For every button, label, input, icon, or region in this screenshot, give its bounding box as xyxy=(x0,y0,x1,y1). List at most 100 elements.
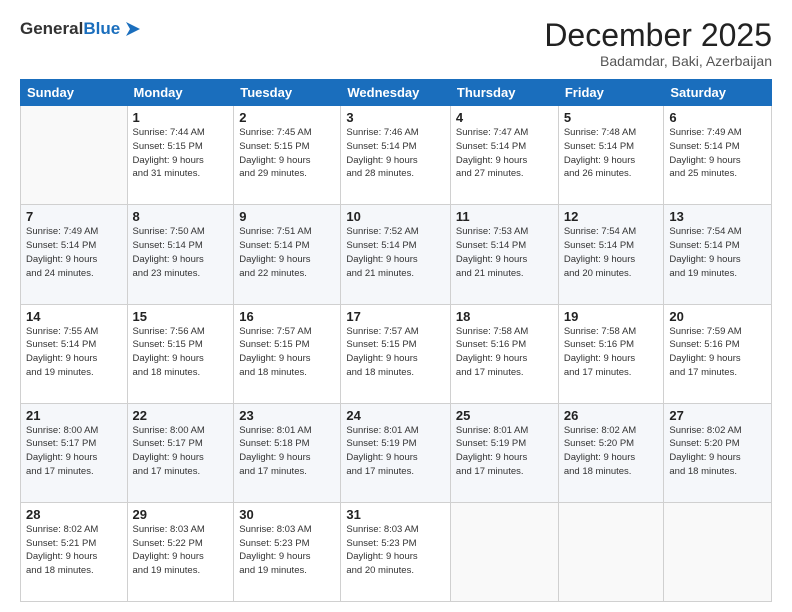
day-number: 15 xyxy=(133,309,229,324)
day-cell: 14Sunrise: 7:55 AM Sunset: 5:14 PM Dayli… xyxy=(21,304,128,403)
day-number: 12 xyxy=(564,209,659,224)
day-cell: 31Sunrise: 8:03 AM Sunset: 5:23 PM Dayli… xyxy=(341,502,451,601)
day-cell: 20Sunrise: 7:59 AM Sunset: 5:16 PM Dayli… xyxy=(664,304,772,403)
day-cell: 5Sunrise: 7:48 AM Sunset: 5:14 PM Daylig… xyxy=(558,106,664,205)
day-cell: 19Sunrise: 7:58 AM Sunset: 5:16 PM Dayli… xyxy=(558,304,664,403)
day-info: Sunrise: 7:49 AM Sunset: 5:14 PM Dayligh… xyxy=(669,126,766,181)
day-cell: 15Sunrise: 7:56 AM Sunset: 5:15 PM Dayli… xyxy=(127,304,234,403)
day-info: Sunrise: 8:02 AM Sunset: 5:20 PM Dayligh… xyxy=(669,424,766,479)
day-info: Sunrise: 7:58 AM Sunset: 5:16 PM Dayligh… xyxy=(456,325,553,380)
day-number: 26 xyxy=(564,408,659,423)
day-cell: 11Sunrise: 7:53 AM Sunset: 5:14 PM Dayli… xyxy=(450,205,558,304)
weekday-header-thursday: Thursday xyxy=(450,80,558,106)
day-number: 18 xyxy=(456,309,553,324)
day-info: Sunrise: 8:03 AM Sunset: 5:22 PM Dayligh… xyxy=(133,523,229,578)
weekday-header-saturday: Saturday xyxy=(664,80,772,106)
day-info: Sunrise: 7:54 AM Sunset: 5:14 PM Dayligh… xyxy=(669,225,766,280)
day-cell: 24Sunrise: 8:01 AM Sunset: 5:19 PM Dayli… xyxy=(341,403,451,502)
week-row-2: 7Sunrise: 7:49 AM Sunset: 5:14 PM Daylig… xyxy=(21,205,772,304)
month-title: December 2025 xyxy=(544,18,772,53)
day-number: 31 xyxy=(346,507,445,522)
day-info: Sunrise: 7:59 AM Sunset: 5:16 PM Dayligh… xyxy=(669,325,766,380)
logo: GeneralBlue xyxy=(20,18,144,40)
day-cell: 6Sunrise: 7:49 AM Sunset: 5:14 PM Daylig… xyxy=(664,106,772,205)
day-cell xyxy=(21,106,128,205)
day-number: 20 xyxy=(669,309,766,324)
weekday-header-wednesday: Wednesday xyxy=(341,80,451,106)
day-info: Sunrise: 8:02 AM Sunset: 5:20 PM Dayligh… xyxy=(564,424,659,479)
location: Badamdar, Baki, Azerbaijan xyxy=(544,53,772,69)
weekday-header-friday: Friday xyxy=(558,80,664,106)
weekday-header-tuesday: Tuesday xyxy=(234,80,341,106)
day-number: 17 xyxy=(346,309,445,324)
title-block: December 2025 Badamdar, Baki, Azerbaijan xyxy=(544,18,772,69)
logo-general: GeneralBlue xyxy=(20,19,120,39)
day-cell: 29Sunrise: 8:03 AM Sunset: 5:22 PM Dayli… xyxy=(127,502,234,601)
week-row-3: 14Sunrise: 7:55 AM Sunset: 5:14 PM Dayli… xyxy=(21,304,772,403)
day-cell: 4Sunrise: 7:47 AM Sunset: 5:14 PM Daylig… xyxy=(450,106,558,205)
day-info: Sunrise: 7:51 AM Sunset: 5:14 PM Dayligh… xyxy=(239,225,335,280)
day-number: 29 xyxy=(133,507,229,522)
day-info: Sunrise: 8:00 AM Sunset: 5:17 PM Dayligh… xyxy=(133,424,229,479)
day-cell: 21Sunrise: 8:00 AM Sunset: 5:17 PM Dayli… xyxy=(21,403,128,502)
day-info: Sunrise: 7:45 AM Sunset: 5:15 PM Dayligh… xyxy=(239,126,335,181)
day-cell: 22Sunrise: 8:00 AM Sunset: 5:17 PM Dayli… xyxy=(127,403,234,502)
day-info: Sunrise: 8:03 AM Sunset: 5:23 PM Dayligh… xyxy=(239,523,335,578)
day-cell: 9Sunrise: 7:51 AM Sunset: 5:14 PM Daylig… xyxy=(234,205,341,304)
day-cell xyxy=(664,502,772,601)
day-number: 23 xyxy=(239,408,335,423)
day-number: 19 xyxy=(564,309,659,324)
day-cell xyxy=(450,502,558,601)
week-row-5: 28Sunrise: 8:02 AM Sunset: 5:21 PM Dayli… xyxy=(21,502,772,601)
day-cell: 28Sunrise: 8:02 AM Sunset: 5:21 PM Dayli… xyxy=(21,502,128,601)
logo-icon xyxy=(122,18,144,40)
week-row-4: 21 Sunrise: 8:00 AM Sunset: 5:17 PM Dayli… xyxy=(21,403,772,502)
week-row-1: 1Sunrise: 7:44 AM Sunset: 5:15 PM Daylig… xyxy=(21,106,772,205)
day-number: 4 xyxy=(456,110,553,125)
day-cell: 27Sunrise: 8:02 AM Sunset: 5:20 PM Dayli… xyxy=(664,403,772,502)
day-cell: 7Sunrise: 7:49 AM Sunset: 5:14 PM Daylig… xyxy=(21,205,128,304)
day-cell: 10Sunrise: 7:52 AM Sunset: 5:14 PM Dayli… xyxy=(341,205,451,304)
day-info: Sunrise: 7:52 AM Sunset: 5:14 PM Dayligh… xyxy=(346,225,445,280)
day-number: 7 xyxy=(26,209,122,224)
day-cell: 2Sunrise: 7:45 AM Sunset: 5:15 PM Daylig… xyxy=(234,106,341,205)
day-info: Sunrise: 7:47 AM Sunset: 5:14 PM Dayligh… xyxy=(456,126,553,181)
day-info: Sunrise: 7:55 AM Sunset: 5:14 PM Dayligh… xyxy=(26,325,122,380)
day-cell: 1Sunrise: 7:44 AM Sunset: 5:15 PM Daylig… xyxy=(127,106,234,205)
day-info: Sunrise: 7:48 AM Sunset: 5:14 PM Dayligh… xyxy=(564,126,659,181)
day-info: Sunrise: 8:03 AM Sunset: 5:23 PM Dayligh… xyxy=(346,523,445,578)
day-cell: 30Sunrise: 8:03 AM Sunset: 5:23 PM Dayli… xyxy=(234,502,341,601)
day-cell: 18Sunrise: 7:58 AM Sunset: 5:16 PM Dayli… xyxy=(450,304,558,403)
day-number: 14 xyxy=(26,309,122,324)
day-number: 10 xyxy=(346,209,445,224)
day-number: 28 xyxy=(26,507,122,522)
page: GeneralBlue December 2025 Badamdar, Baki… xyxy=(0,0,792,612)
day-cell: 13Sunrise: 7:54 AM Sunset: 5:14 PM Dayli… xyxy=(664,205,772,304)
day-cell xyxy=(558,502,664,601)
day-info: Sunrise: 7:53 AM Sunset: 5:14 PM Dayligh… xyxy=(456,225,553,280)
day-cell: 23Sunrise: 8:01 AM Sunset: 5:18 PM Dayli… xyxy=(234,403,341,502)
day-info: Sunrise: 7:50 AM Sunset: 5:14 PM Dayligh… xyxy=(133,225,229,280)
header: GeneralBlue December 2025 Badamdar, Baki… xyxy=(20,18,772,69)
day-number: 21 xyxy=(26,408,122,423)
weekday-header-monday: Monday xyxy=(127,80,234,106)
day-number: 27 xyxy=(669,408,766,423)
calendar-table: SundayMondayTuesdayWednesdayThursdayFrid… xyxy=(20,79,772,602)
weekday-header-row: SundayMondayTuesdayWednesdayThursdayFrid… xyxy=(21,80,772,106)
day-cell: 17Sunrise: 7:57 AM Sunset: 5:15 PM Dayli… xyxy=(341,304,451,403)
day-number: 13 xyxy=(669,209,766,224)
day-number: 25 xyxy=(456,408,553,423)
day-cell: 12Sunrise: 7:54 AM Sunset: 5:14 PM Dayli… xyxy=(558,205,664,304)
day-info: Sunrise: 7:56 AM Sunset: 5:15 PM Dayligh… xyxy=(133,325,229,380)
day-number: 22 xyxy=(133,408,229,423)
day-info: Sunrise: 7:49 AM Sunset: 5:14 PM Dayligh… xyxy=(26,225,122,280)
day-info: Sunrise: 7:58 AM Sunset: 5:16 PM Dayligh… xyxy=(564,325,659,380)
day-number: 9 xyxy=(239,209,335,224)
day-info: Sunrise: 7:57 AM Sunset: 5:15 PM Dayligh… xyxy=(239,325,335,380)
day-number: 8 xyxy=(133,209,229,224)
day-number: 16 xyxy=(239,309,335,324)
day-number: 3 xyxy=(346,110,445,125)
weekday-header-sunday: Sunday xyxy=(21,80,128,106)
day-cell: 8Sunrise: 7:50 AM Sunset: 5:14 PM Daylig… xyxy=(127,205,234,304)
day-number: 1 xyxy=(133,110,229,125)
